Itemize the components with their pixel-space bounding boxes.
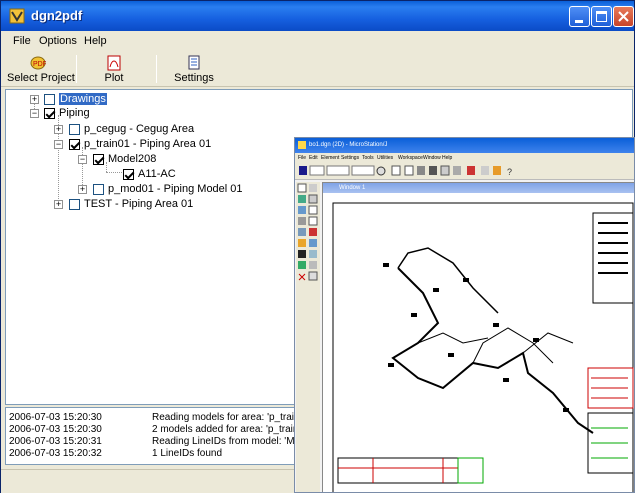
microstation-window[interactable]: bo1.dgn (2D) - MicroStation/J File Edit … <box>294 137 635 493</box>
settings-label: Settings <box>174 72 214 84</box>
microstation-view-window[interactable]: Window 1 <box>322 182 634 492</box>
tree-node-p-mod01[interactable]: + p_mod01 - Piping Model 01 <box>6 182 266 196</box>
microstation-toolbar-icons: ? <box>299 165 512 177</box>
piping-drawing-canvas <box>332 202 634 492</box>
collapse-toggle[interactable]: − <box>78 155 87 164</box>
ms-menu-utilities[interactable]: Utilities <box>377 155 393 161</box>
checkbox-piping[interactable] <box>44 108 55 119</box>
checkbox-p-mod01[interactable] <box>93 184 104 195</box>
toolbar-separator <box>156 55 157 83</box>
expand-toggle[interactable]: + <box>54 200 63 209</box>
tree-node-p-cegug[interactable]: + p_cegug - Cegug Area <box>6 122 226 136</box>
expand-toggle[interactable]: + <box>54 125 63 134</box>
ms-menu-workspace[interactable]: Workspace <box>398 155 423 161</box>
maximize-button[interactable] <box>591 6 612 27</box>
tree-node-drawings[interactable]: + Drawings <box>6 92 206 106</box>
checkbox-p-train01[interactable] <box>69 139 80 150</box>
ms-menu-element[interactable]: Element <box>321 155 339 161</box>
plot-label: Plot <box>104 72 124 84</box>
ms-menu-file[interactable]: File <box>298 155 306 161</box>
toolbar-separator <box>76 55 77 83</box>
microstation-toolbar: ? <box>295 162 634 180</box>
microstation-title-bar[interactable]: bo1.dgn (2D) - MicroStation/J <box>295 138 634 153</box>
close-button[interactable] <box>613 6 634 27</box>
minimize-button[interactable] <box>569 6 590 27</box>
log-time: 2006-07-03 15:20:30 <box>9 424 102 435</box>
toolbar: PDF Select Project Plot Settings <box>1 51 634 87</box>
microstation-menu-bar: File Edit Element Settings Tools Utiliti… <box>295 153 634 162</box>
microstation-app-icon <box>298 141 306 149</box>
tree-label-p-mod01: p_mod01 - Piping Model 01 <box>108 183 243 195</box>
tree-node-model208[interactable]: − Model208 <box>6 152 206 166</box>
settings-list-icon <box>188 55 200 70</box>
checkbox-test[interactable] <box>69 199 80 210</box>
log-message: 1 LineIDs found <box>152 448 223 459</box>
minimize-icon <box>575 20 583 23</box>
ms-menu-edit[interactable]: Edit <box>309 155 318 161</box>
title-bar[interactable]: dgn2pdf <box>1 1 634 31</box>
microstation-tool-palette[interactable] <box>296 182 320 492</box>
close-icon <box>618 11 629 22</box>
plot-button[interactable]: Plot <box>91 53 137 85</box>
log-time: 2006-07-03 15:20:30 <box>9 412 102 423</box>
svg-text:?: ? <box>507 167 512 177</box>
log-time: 2006-07-03 15:20:31 <box>9 436 102 447</box>
svg-text:PDF: PDF <box>33 61 46 68</box>
checkbox-model208[interactable] <box>93 154 104 165</box>
menu-file[interactable]: File <box>13 35 31 47</box>
expand-toggle[interactable]: + <box>78 185 87 194</box>
tree-node-a11-ac[interactable]: A11-AC <box>6 167 206 181</box>
microstation-title: bo1.dgn (2D) - MicroStation/J <box>309 142 388 148</box>
tree-label-model208: Model208 <box>108 153 157 165</box>
maximize-icon <box>596 11 607 22</box>
ms-menu-tools[interactable]: Tools <box>362 155 374 161</box>
palette-tool-icons <box>297 183 318 281</box>
view-title: Window 1 <box>339 185 366 191</box>
pdf-project-icon: PDF <box>30 56 46 70</box>
ms-menu-window[interactable]: Window <box>423 155 441 161</box>
tree-label-a11-ac: A11-AC <box>138 168 176 180</box>
tree-label-test: TEST - Piping Area 01 <box>84 198 194 210</box>
app-icon <box>9 8 25 24</box>
pdf-plot-icon <box>107 55 121 71</box>
tree-label-piping: Piping <box>59 107 90 119</box>
checkbox-p-cegug[interactable] <box>69 124 80 135</box>
tree-label-drawings: Drawings <box>59 93 107 105</box>
window-title: dgn2pdf <box>31 8 83 23</box>
log-time: 2006-07-03 15:20:32 <box>9 448 102 459</box>
collapse-toggle[interactable]: − <box>30 109 39 118</box>
menu-bar: File Options Help <box>1 32 634 51</box>
view-title-bar[interactable]: Window 1 <box>323 183 634 193</box>
expand-toggle[interactable]: + <box>30 95 39 104</box>
tree-label-p-train01: p_train01 - Piping Area 01 <box>84 138 212 150</box>
ms-menu-settings[interactable]: Settings <box>341 155 359 161</box>
select-project-label: Select Project <box>7 72 75 84</box>
tree-node-piping[interactable]: − Piping <box>6 106 206 120</box>
log-message: 2 models added for area: 'p_train01' <box>152 424 312 435</box>
settings-button[interactable]: Settings <box>171 53 217 85</box>
select-project-button[interactable]: PDF Select Project <box>7 53 75 85</box>
menu-help[interactable]: Help <box>84 35 107 47</box>
collapse-toggle[interactable]: − <box>54 140 63 149</box>
tree-node-test[interactable]: + TEST - Piping Area 01 <box>6 197 226 211</box>
menu-options[interactable]: Options <box>39 35 77 47</box>
log-message: Reading models for area: 'p_train01' <box>152 412 313 423</box>
checkbox-drawings[interactable] <box>44 94 55 105</box>
tree-label-p-cegug: p_cegug - Cegug Area <box>84 123 195 135</box>
tree-node-p-train01[interactable]: − p_train01 - Piping Area 01 <box>6 137 246 151</box>
ms-menu-help[interactable]: Help <box>442 155 452 161</box>
checkbox-a11-ac[interactable] <box>123 169 134 180</box>
